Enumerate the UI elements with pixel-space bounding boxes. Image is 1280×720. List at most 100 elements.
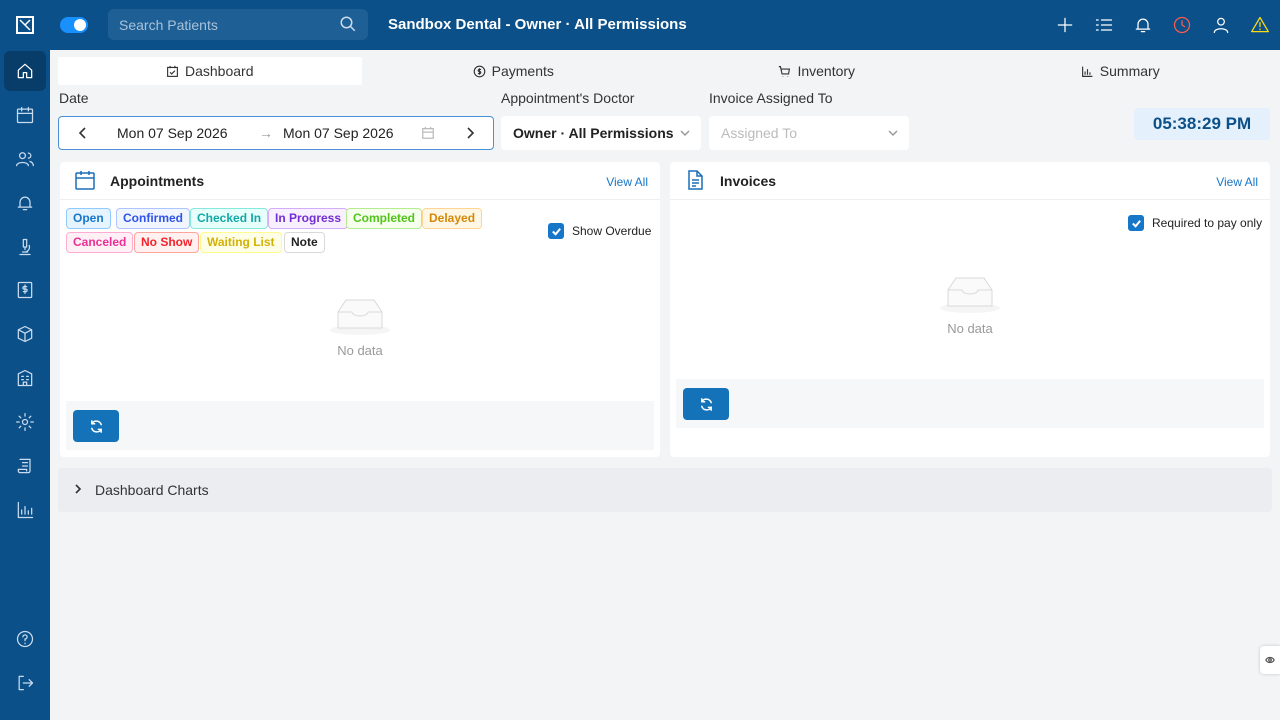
bell-icon — [17, 196, 33, 211]
theme-toggle[interactable] — [60, 17, 88, 33]
invoices-view-all-link[interactable]: View All — [1216, 175, 1258, 189]
tab-dashboard[interactable]: Dashboard — [58, 57, 362, 85]
required-to-pay-checkbox[interactable]: Required to pay only — [1128, 215, 1262, 231]
tab-summary[interactable]: Summary — [969, 57, 1273, 85]
status-tag-checked-in[interactable]: Checked In — [190, 208, 269, 229]
sidebar-item-settings[interactable] — [4, 402, 46, 442]
current-time: 05:38:29 PM — [1134, 108, 1270, 140]
status-tag-delayed[interactable]: Delayed — [422, 208, 483, 229]
refresh-appointments-button[interactable] — [73, 410, 119, 442]
floating-eye-button[interactable] — [1260, 646, 1280, 674]
users-icon — [16, 152, 34, 167]
invoices-empty-state: No data — [910, 272, 1030, 336]
search-icon[interactable] — [339, 15, 357, 33]
box-icon — [17, 325, 33, 343]
sidebar-item-calendar[interactable] — [4, 95, 46, 135]
add-button[interactable] — [1054, 14, 1076, 36]
doctor-value: Owner · All Permissions — [513, 125, 674, 141]
plus-icon — [1057, 17, 1073, 33]
sidebar-item-patients[interactable] — [4, 139, 46, 179]
empty-text: No data — [337, 343, 383, 358]
sidebar-item-billing[interactable] — [4, 270, 46, 310]
calendar-icon — [16, 106, 34, 124]
calendar-check-icon — [167, 65, 178, 77]
sidebar-item-help[interactable] — [4, 619, 46, 659]
dashboard-tabs: Dashboard Payments Inventory Summary — [58, 57, 1272, 85]
show-overdue-checkbox[interactable]: Show Overdue — [548, 223, 651, 239]
status-tag-waiting-list[interactable]: Waiting List — [200, 232, 282, 253]
status-tag-canceled[interactable]: Canceled — [66, 232, 134, 253]
sidebar — [0, 0, 50, 720]
appointments-card: Appointments View All Open Confirmed Che… — [60, 162, 660, 457]
next-date-button[interactable] — [462, 125, 478, 141]
sidebar-item-logout[interactable] — [4, 663, 46, 703]
doctor-select[interactable]: Owner · All Permissions — [501, 116, 701, 150]
bell-icon — [1135, 18, 1151, 33]
warning-button[interactable] — [1249, 14, 1271, 36]
appointments-view-all-link[interactable]: View All — [606, 175, 648, 189]
tab-label: Summary — [1099, 63, 1160, 79]
gear-icon — [16, 413, 34, 431]
dollar-document-icon — [17, 281, 33, 299]
sidebar-item-records[interactable] — [4, 446, 46, 486]
document-icon — [684, 169, 706, 191]
tab-inventory[interactable]: Inventory — [665, 57, 969, 85]
app-logo-icon[interactable] — [16, 16, 34, 34]
status-tag-completed[interactable]: Completed — [346, 208, 423, 229]
home-icon — [17, 63, 33, 79]
appointments-header: Appointments View All — [60, 162, 660, 200]
status-tag-confirmed[interactable]: Confirmed — [116, 208, 190, 229]
sidebar-item-lab[interactable] — [4, 227, 46, 267]
date-separator-icon: → — [259, 125, 273, 141]
sidebar-item-notifications[interactable] — [4, 183, 46, 223]
chevron-down-icon — [887, 127, 899, 139]
invoice-assigned-select[interactable]: Assigned To — [709, 116, 909, 150]
user-icon — [1213, 17, 1229, 34]
refresh-icon — [90, 419, 102, 433]
status-tag-in-progress[interactable]: In Progress — [268, 208, 349, 229]
search-input[interactable] — [108, 9, 333, 40]
chevron-right-icon — [467, 127, 475, 139]
status-tag-no-show[interactable]: No Show — [134, 232, 200, 253]
dashboard-charts-collapse[interactable]: Dashboard Charts — [58, 468, 1272, 512]
clock-icon — [1173, 16, 1191, 34]
patient-search[interactable] — [108, 9, 368, 40]
invoice-assigned-placeholder: Assigned To — [721, 125, 798, 141]
tab-label: Inventory — [797, 63, 856, 79]
cart-icon — [779, 65, 791, 77]
notifications-button[interactable] — [1132, 14, 1154, 36]
date-range-picker[interactable]: Mon 07 Sep 2026 → Mon 07 Sep 2026 — [58, 116, 494, 150]
chevron-left-icon — [78, 127, 86, 139]
warning-icon — [1251, 16, 1269, 33]
task-list-button[interactable] — [1093, 14, 1115, 36]
date-start[interactable]: Mon 07 Sep 2026 — [117, 125, 228, 141]
appointments-title: Appointments — [110, 173, 205, 189]
chevron-down-icon — [679, 127, 691, 139]
refresh-invoices-button[interactable] — [683, 388, 729, 420]
prev-date-button[interactable] — [75, 125, 91, 141]
dashboard-charts-title: Dashboard Charts — [95, 482, 209, 498]
appointments-footer — [66, 401, 654, 450]
status-tag-open[interactable]: Open — [66, 208, 111, 229]
status-tag-note[interactable]: Note — [284, 232, 325, 253]
checkbox-checked-icon — [1128, 215, 1144, 231]
sidebar-item-inventory[interactable] — [4, 314, 46, 354]
sidebar-item-clinic[interactable] — [4, 358, 46, 398]
sidebar-item-home[interactable] — [4, 51, 46, 91]
clock-button[interactable] — [1171, 14, 1193, 36]
logout-icon — [18, 675, 34, 691]
date-end[interactable]: Mon 07 Sep 2026 — [283, 125, 394, 141]
sidebar-item-reports[interactable] — [4, 490, 46, 530]
bar-chart-icon — [17, 501, 34, 519]
scroll-icon — [17, 458, 31, 474]
help-icon — [16, 630, 34, 648]
tab-label: Dashboard — [185, 63, 254, 79]
list-icon — [1095, 19, 1113, 31]
bar-chart-icon — [1081, 66, 1093, 77]
dollar-circle-icon — [473, 65, 485, 77]
profile-button[interactable] — [1210, 14, 1232, 36]
date-label: Date — [59, 90, 89, 106]
tab-payments[interactable]: Payments — [362, 57, 666, 85]
show-overdue-label: Show Overdue — [572, 224, 652, 238]
appointments-empty-state: No data — [300, 294, 420, 358]
